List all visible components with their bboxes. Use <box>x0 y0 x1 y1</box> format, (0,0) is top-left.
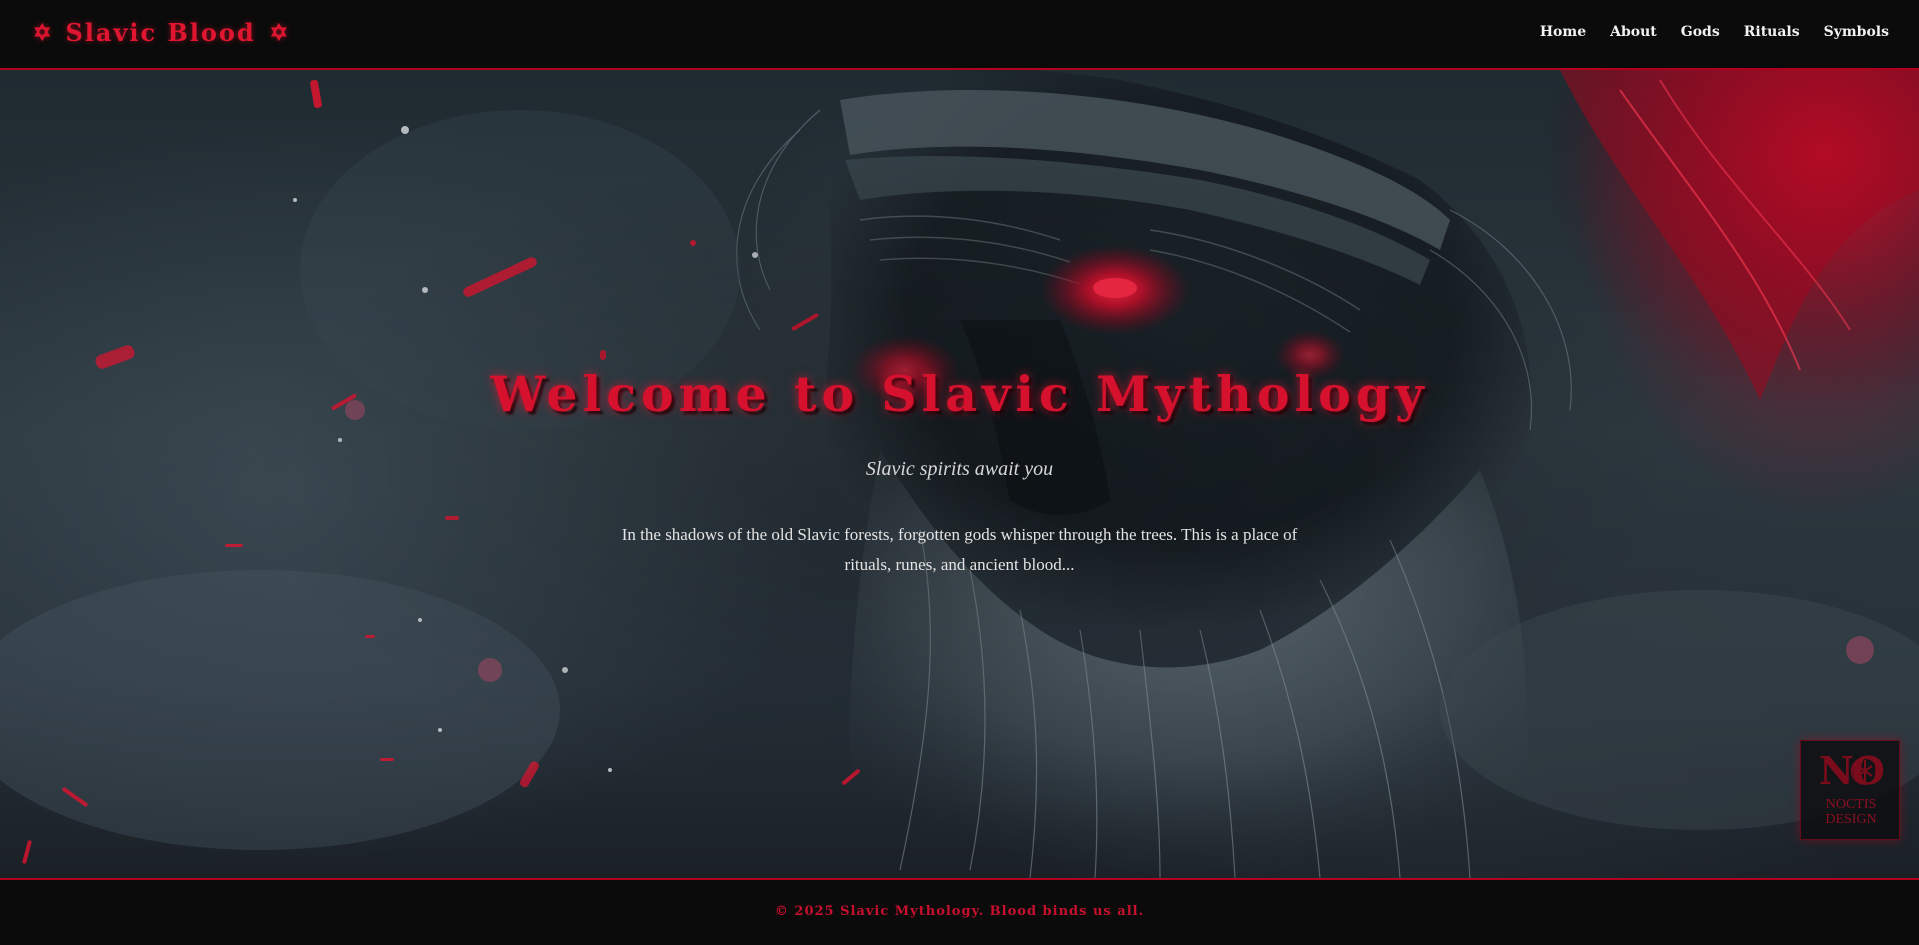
badge-line-2: DESIGN <box>1825 812 1877 827</box>
nav-link-home[interactable]: Home <box>1540 24 1586 40</box>
nav-link-about[interactable]: About <box>1610 24 1657 40</box>
pentagram-icon: ✡ <box>33 19 52 46</box>
page: ✡ Slavic Blood ✡ Home About Gods Rituals… <box>0 0 1919 945</box>
hero-intro-text: In the shadows of the old Slavic forests… <box>621 525 1298 574</box>
nav-link-rituals[interactable]: Rituals <box>1744 24 1800 40</box>
nav-link-gods[interactable]: Gods <box>1681 24 1720 40</box>
hero-section: Welcome to Slavic Mythology Slavic spiri… <box>0 70 1919 878</box>
hero-title: Welcome to Slavic Mythology <box>490 365 1429 423</box>
nav-link-symbols[interactable]: Symbols <box>1824 24 1889 40</box>
site-footer: © 2025 Slavic Mythology. Blood binds us … <box>0 878 1919 945</box>
footer-copyright: © 2025 Slavic Mythology. Blood binds us … <box>774 904 1145 919</box>
site-header: ✡ Slavic Blood ✡ Home About Gods Rituals… <box>0 0 1919 70</box>
noctis-design-badge[interactable]: NO NOCTIS DESIGN <box>1800 740 1900 840</box>
hero-subtitle: Slavic spirits await you <box>865 458 1054 480</box>
site-logo[interactable]: ✡ Slavic Blood ✡ <box>33 18 288 47</box>
badge-text: NOCTIS DESIGN <box>1801 797 1901 827</box>
badge-line-1: NOCTIS <box>1825 797 1877 812</box>
main-nav: Home About Gods Rituals Symbols <box>1540 24 1889 40</box>
site-title: Slavic Blood <box>65 18 256 47</box>
rune-emblem-icon <box>1851 757 1879 785</box>
pentagram-icon: ✡ <box>269 19 289 46</box>
